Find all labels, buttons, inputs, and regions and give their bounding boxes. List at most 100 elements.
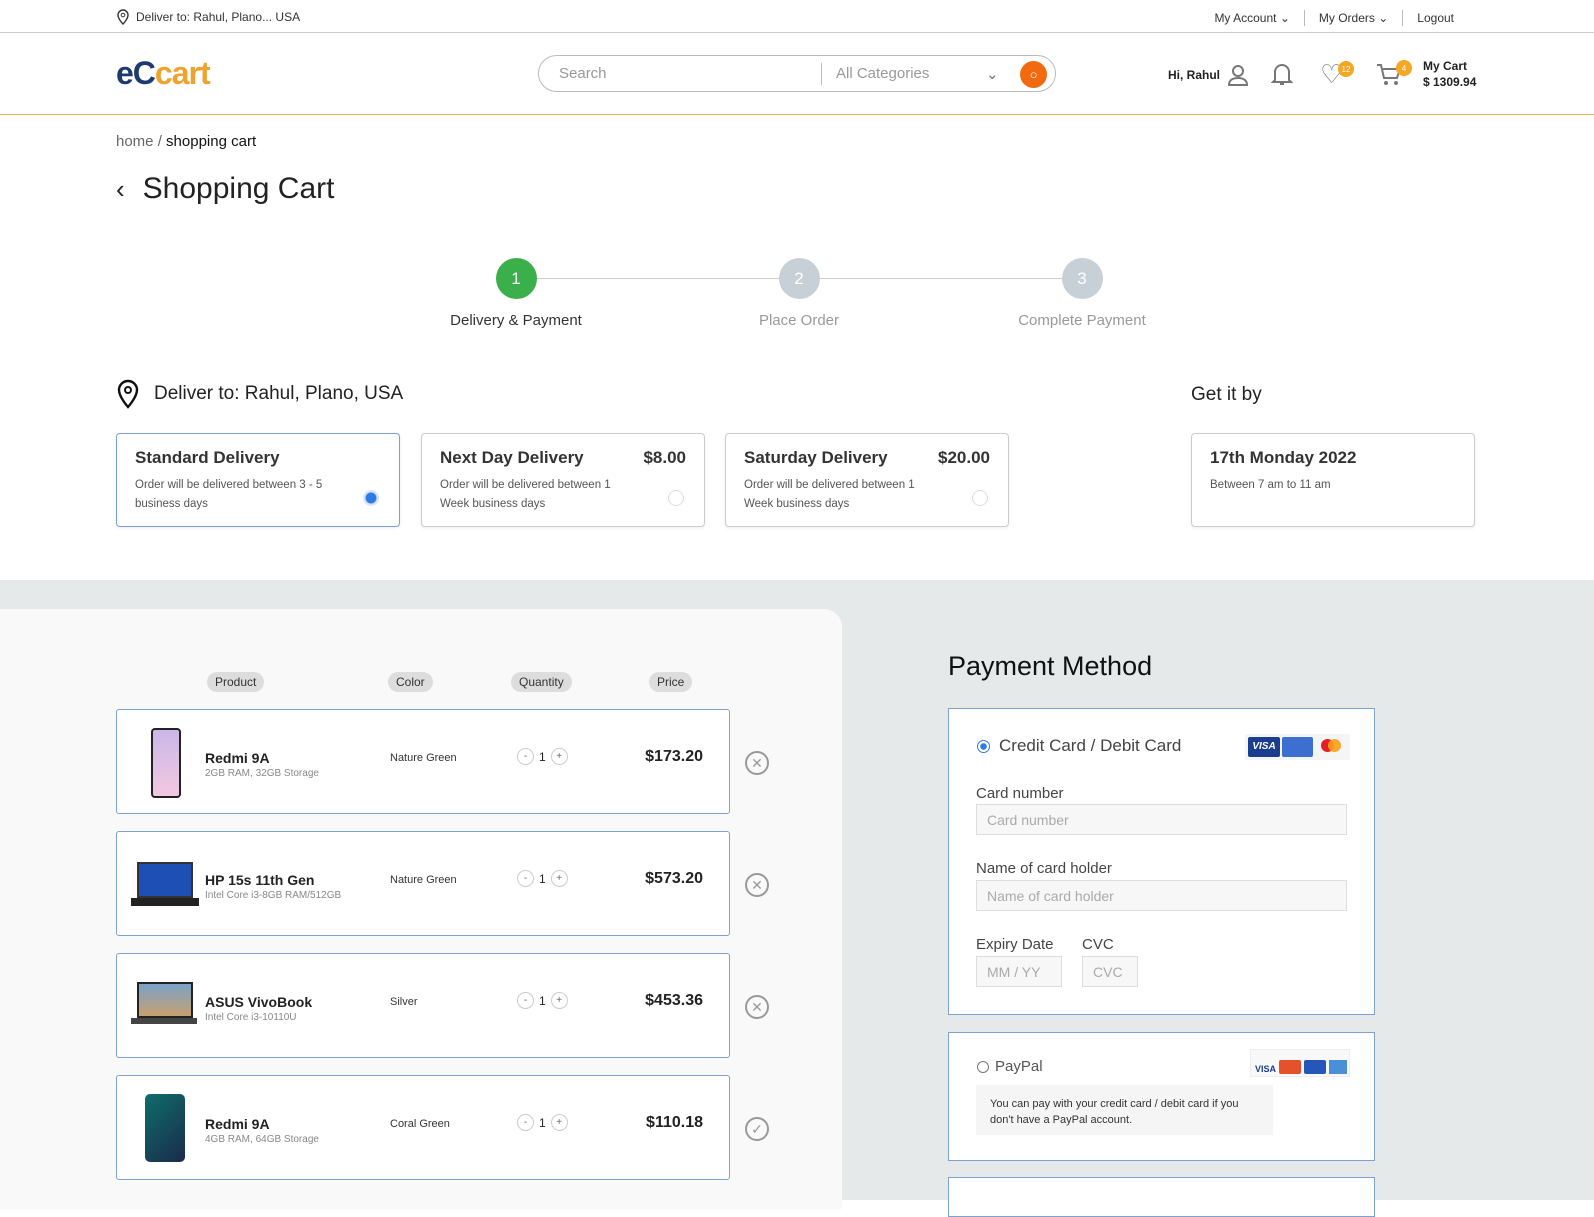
expiry-label: Expiry Date bbox=[976, 936, 1054, 953]
increase-button[interactable]: + bbox=[550, 992, 568, 1009]
radio[interactable] bbox=[668, 490, 684, 506]
product-name[interactable]: HP 15s 11th Gen bbox=[205, 872, 314, 888]
card-holder-input[interactable]: Name of card holder bbox=[976, 880, 1347, 911]
step-complete-payment: 3 Complete Payment bbox=[1002, 258, 1162, 329]
remove-item-icon[interactable]: ✕ bbox=[745, 995, 769, 1019]
radio bbox=[977, 1060, 989, 1073]
chevron-down-icon: ⌄ bbox=[1279, 11, 1290, 25]
holder-label: Name of card holder bbox=[976, 860, 1112, 877]
quantity-stepper: -1 + bbox=[517, 748, 568, 765]
breadcrumb: home / shopping cart bbox=[116, 133, 257, 150]
increase-button[interactable]: + bbox=[550, 870, 568, 887]
product-name[interactable]: ASUS VivoBook bbox=[205, 994, 312, 1010]
header-quantity: Quantity bbox=[511, 672, 572, 692]
product-color: Nature Green bbox=[390, 752, 457, 764]
logout-link[interactable]: Logout bbox=[1417, 11, 1454, 25]
cart-item-row: HP 15s 11th Gen Intel Core i3-8GB RAM/51… bbox=[116, 831, 730, 936]
delivery-address: Deliver to: Rahul, Plano, USA bbox=[116, 379, 403, 409]
my-account-menu[interactable]: My Account ⌄ bbox=[1214, 11, 1289, 25]
divider bbox=[1303, 10, 1305, 26]
product-image[interactable] bbox=[131, 972, 201, 1042]
back-arrow-icon[interactable]: ‹ bbox=[116, 174, 125, 205]
paypal-note: You can pay with your credit card / debi… bbox=[976, 1085, 1273, 1135]
breadcrumb-home[interactable]: home bbox=[116, 133, 154, 150]
check-icon[interactable]: ✓ bbox=[745, 1117, 769, 1141]
product-price: $110.18 bbox=[646, 1114, 703, 1131]
cart-item-row: Redmi 9A 4GB RAM, 64GB Storage Coral Gre… bbox=[116, 1075, 730, 1180]
quantity-stepper: -1 + bbox=[517, 992, 568, 1009]
quantity-stepper: -1 + bbox=[517, 1114, 568, 1131]
location-pin-icon bbox=[117, 379, 139, 409]
product-image[interactable] bbox=[131, 1094, 201, 1164]
product-color: Coral Green bbox=[390, 1118, 450, 1130]
location-pin-icon bbox=[117, 9, 129, 25]
radio-selected[interactable] bbox=[363, 490, 379, 506]
chevron-down-icon: ⌄ bbox=[1378, 11, 1389, 25]
deliver-text: Deliver to: Rahul, Plano... USA bbox=[136, 10, 301, 24]
cart-summary[interactable]: My Cart $ 1309.94 bbox=[1423, 58, 1476, 90]
amex-logo bbox=[1282, 737, 1313, 757]
decrease-button[interactable]: - bbox=[517, 870, 534, 887]
payment-method-title: Payment Method bbox=[948, 651, 1153, 681]
remove-item-icon[interactable]: ✕ bbox=[745, 873, 769, 897]
radio[interactable] bbox=[972, 490, 988, 506]
header-color: Color bbox=[388, 672, 433, 692]
card-option[interactable]: Credit Card / Debit Card bbox=[977, 736, 1181, 756]
card-number-input[interactable]: Card number bbox=[976, 804, 1347, 835]
quantity-value: 1 bbox=[539, 993, 546, 1008]
my-orders-menu[interactable]: My Orders ⌄ bbox=[1319, 11, 1388, 25]
product-price: $453.36 bbox=[645, 992, 703, 1009]
quantity-value: 1 bbox=[539, 749, 546, 764]
bell-icon[interactable] bbox=[1271, 62, 1293, 86]
product-spec: 2GB RAM, 32GB Storage bbox=[205, 768, 319, 779]
increase-button[interactable]: + bbox=[550, 748, 568, 765]
paypal-option[interactable]: PayPal bbox=[977, 1058, 1043, 1075]
quantity-value: 1 bbox=[539, 871, 546, 886]
product-name[interactable]: Redmi 9A bbox=[205, 750, 270, 766]
cart-item-row: Redmi 9A 2GB RAM, 32GB Storage Nature Gr… bbox=[116, 709, 730, 814]
decrease-button[interactable]: - bbox=[517, 1114, 534, 1131]
deliver-location[interactable]: Deliver to: Rahul, Plano... USA bbox=[116, 9, 300, 25]
expiry-input[interactable]: MM / YY bbox=[976, 956, 1062, 987]
wishlist-button[interactable]: ♡ 12 bbox=[1320, 61, 1354, 89]
product-color: Nature Green bbox=[390, 874, 457, 886]
logo[interactable]: eCcart bbox=[116, 55, 211, 92]
product-spec: Intel Core i3-10110U bbox=[205, 1012, 297, 1023]
decrease-button[interactable]: - bbox=[517, 748, 534, 765]
delivery-option-standard[interactable]: Standard Delivery Order will be delivere… bbox=[116, 433, 400, 527]
remove-item-icon[interactable]: ✕ bbox=[745, 751, 769, 775]
user-icon bbox=[1228, 65, 1249, 86]
category-select[interactable]: All Categories bbox=[836, 65, 986, 82]
user-account[interactable]: Hi, Rahul bbox=[1168, 63, 1250, 87]
wishlist-count: 12 bbox=[1338, 61, 1354, 77]
paypal-box: PayPal VISA You can pay with your credit… bbox=[948, 1032, 1375, 1161]
increase-button[interactable]: + bbox=[550, 1114, 568, 1131]
delivery-option-next-day[interactable]: Next Day Delivery $8.00 Order will be del… bbox=[421, 433, 705, 527]
decrease-button[interactable]: - bbox=[517, 992, 534, 1009]
card-payment-box: Credit Card / Debit Card VISA Card numbe… bbox=[948, 708, 1375, 1015]
product-spec: 4GB RAM, 64GB Storage bbox=[205, 1134, 319, 1145]
greeting: Hi, Rahul bbox=[1168, 68, 1221, 82]
delivery-option-saturday[interactable]: Saturday Delivery $20.00 Order will be de… bbox=[725, 433, 1009, 527]
step-place-order: 2 Place Order bbox=[719, 258, 879, 329]
cart-button[interactable]: 4 bbox=[1376, 60, 1412, 89]
cvc-input[interactable]: CVC bbox=[1082, 956, 1138, 987]
divider bbox=[1402, 10, 1404, 26]
header-price: Price bbox=[649, 672, 693, 692]
search-input[interactable]: Search bbox=[559, 65, 821, 82]
cart-item-row: ASUS VivoBook Intel Core i3-10110U Silve… bbox=[116, 953, 730, 1058]
top-bar: Deliver to: Rahul, Plano... USA My Accou… bbox=[0, 0, 1594, 33]
paypal-logos: VISA bbox=[1250, 1049, 1350, 1077]
radio-selected bbox=[977, 739, 990, 753]
delivery-date-card: 17th Monday 2022 Between 7 am to 11 am bbox=[1191, 433, 1475, 527]
product-name[interactable]: Redmi 9A bbox=[205, 1116, 270, 1132]
cvc-label: CVC bbox=[1082, 936, 1114, 953]
product-color: Silver bbox=[390, 996, 418, 1008]
product-image[interactable] bbox=[131, 850, 201, 920]
product-image[interactable] bbox=[131, 728, 201, 798]
search-bar: Search All Categories ⌄ ○ bbox=[538, 55, 1056, 92]
card-logos: VISA bbox=[1245, 734, 1350, 760]
mastercard-logo bbox=[1315, 737, 1347, 757]
search-button[interactable]: ○ bbox=[1020, 61, 1047, 88]
product-spec: Intel Core i3-8GB RAM/512GB bbox=[205, 890, 342, 901]
